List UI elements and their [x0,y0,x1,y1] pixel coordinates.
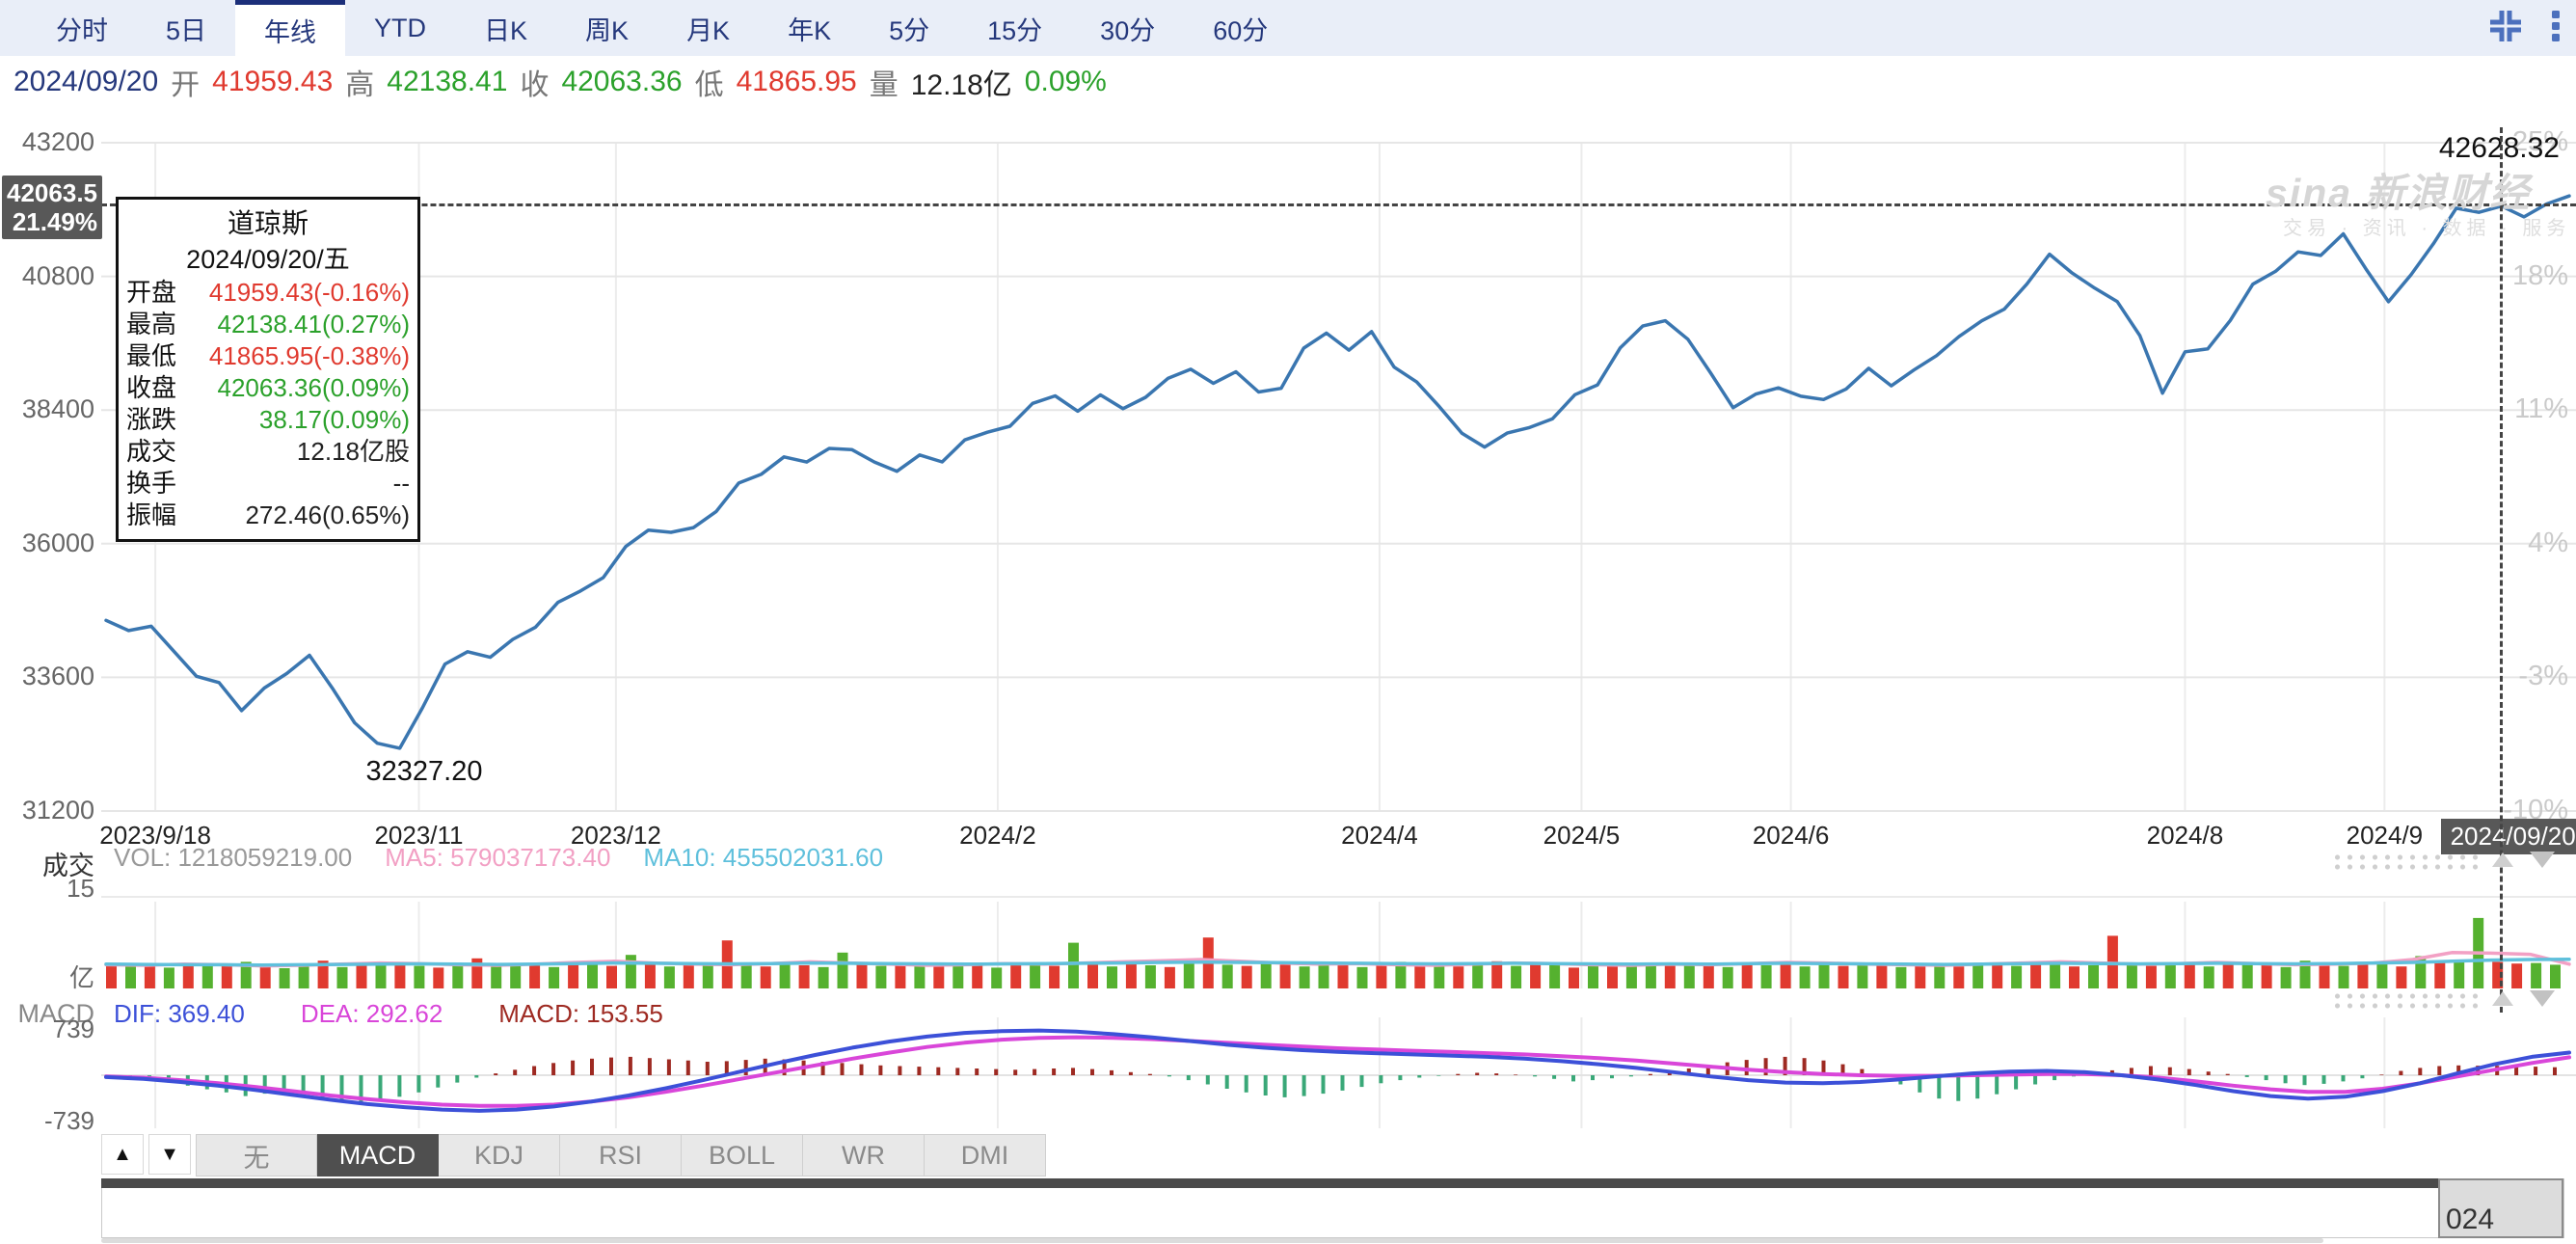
indicator-tab-DMI[interactable]: DMI [925,1134,1046,1176]
pane-expand-button[interactable]: ▲ [101,1134,144,1175]
indicator-tab-WR[interactable]: WR [803,1134,925,1176]
tooltip-row-value: 41865.95(-0.38%) [209,340,410,372]
y-axis-label: 36000 [2,528,94,558]
volume-axis-unit: 亿 [2,959,94,994]
tooltip-title: 道琼斯 [126,205,410,242]
x-axis-label: 2024/4 [1307,821,1452,851]
indicator-tab-MACD[interactable]: MACD [317,1134,439,1176]
scroll-up-icon[interactable] [2492,991,2513,1006]
tooltip-row-label: 成交 [126,436,176,468]
pane-resize-handle-dots[interactable] [2331,991,2482,1010]
navigator-selection-year: 024 [2446,1203,2494,1236]
marker-price: 42063.5 [2,178,97,207]
x-axis-label: 2024/2 [926,821,1070,851]
crosshair-vertical-line [2500,127,2503,1013]
stock-chart-app: 分时5日年线YTD日K周K月K年K5分15分30分60分 2024/09/20 … [0,0,2576,1244]
macd-axis-min: -739 [2,1106,94,1136]
sina-watermark: sina 新浪财经 [2266,160,2531,218]
y-axis-label: 43200 [2,127,94,157]
tooltip-row-开盘: 开盘 41959.43(-0.16%) [126,277,410,309]
x-axis-label: 2024/6 [1719,821,1864,851]
scroll-down-icon[interactable] [2530,852,2555,868]
macd-dea: DEA: 292.62 [301,999,443,1029]
tooltip-row-label: 开盘 [126,277,176,309]
x-axis-label: 2024/5 [1509,821,1653,851]
tooltip-row-换手: 换手 -- [126,468,410,500]
tooltip-row-value: 41959.43(-0.16%) [209,277,410,309]
macd-axis-max: 739 [2,1014,94,1044]
sina-watermark-tagline: 交易 · 资讯 · 数据 · 服务 [2283,212,2570,240]
quote-tooltip: 道琼斯 2024/09/20/五 开盘 41959.43(-0.16%) 最高 421… [116,197,420,542]
volume-axis-max: 15 [2,874,94,904]
pct-axis-label: -3% [2462,661,2568,692]
navigator-selection-window[interactable]: 024 [2438,1178,2563,1238]
tooltip-date: 2024/09/20/五 [126,242,410,277]
tooltip-row-成交: 成交 12.18亿股 [126,436,410,468]
macd-dif: DIF: 369.40 [114,999,245,1029]
tooltip-row-value: 12.18亿股 [297,436,410,468]
macd-header: DIF: 369.40 DEA: 292.62 MACD: 153.55 [114,999,663,1029]
y-axis-label: 31200 [2,796,94,825]
indicator-tabbar: 无MACDKDJRSIBOLLWRDMI [196,1134,1046,1176]
indicator-tab-KDJ[interactable]: KDJ [439,1134,560,1176]
x-axis-label: 2024/8 [2112,821,2257,851]
chart-overlay: 4320025%4080018%3840011%360004%33600-3%3… [0,0,2576,1244]
vol-ma5: MA5: 579037173.40 [385,843,610,873]
tooltip-row-label: 最高 [126,309,176,340]
y-axis-label: 38400 [2,394,94,424]
marker-pct: 21.49% [2,207,97,236]
navigator-top-bar [101,1178,2438,1188]
crosshair-price-line [101,203,2576,206]
pane-collapse-button[interactable]: ▼ [148,1134,191,1175]
vol-ma10: MA10: 455502031.60 [643,843,883,873]
tooltip-row-value: 42138.41(0.27%) [218,309,410,340]
tooltip-row-value: 272.46(0.65%) [245,500,410,531]
indicator-tab-BOLL[interactable]: BOLL [682,1134,803,1176]
scroll-up-icon[interactable] [2492,852,2513,867]
x-axis-crosshair-date: 2024/09/20 [2441,819,2576,854]
tooltip-row-label: 换手 [126,468,176,500]
tooltip-row-最高: 最高 42138.41(0.27%) [126,309,410,340]
tooltip-row-label: 涨跌 [126,404,176,436]
indicator-tab-RSI[interactable]: RSI [560,1134,682,1176]
horizontal-scrollbar[interactable] [101,1238,2323,1243]
tooltip-row-value: 38.17(0.09%) [259,404,410,436]
tooltip-row-value: 42063.36(0.09%) [218,372,410,404]
current-price-marker: 42063.5 21.49% [2,176,102,239]
tooltip-row-label: 振幅 [126,500,176,531]
tooltip-row-value: -- [393,468,410,500]
volume-header: VOL: 1218059219.00 MA5: 579037173.40 MA1… [114,843,883,873]
pane-resize-handle-dots[interactable] [2331,852,2482,871]
macd-value: MACD: 153.55 [498,999,663,1029]
y-axis-label: 40800 [2,261,94,291]
scroll-down-icon[interactable] [2530,990,2555,1007]
tooltip-row-收盘: 收盘 42063.36(0.09%) [126,372,410,404]
tooltip-row-label: 最低 [126,340,176,372]
indicator-tab-无[interactable]: 无 [196,1134,317,1176]
vol-value: VOL: 1218059219.00 [114,843,352,873]
pct-axis-label: 11% [2462,393,2568,425]
pct-axis-label: 4% [2462,527,2568,559]
tooltip-row-振幅: 振幅 272.46(0.65%) [126,500,410,531]
pct-axis-label: 18% [2462,260,2568,292]
period-low-label: 32327.20 [328,756,521,788]
tooltip-row-label: 收盘 [126,372,176,404]
y-axis-label: 33600 [2,662,94,691]
tooltip-row-涨跌: 涨跌 38.17(0.09%) [126,404,410,436]
tooltip-row-最低: 最低 41865.95(-0.38%) [126,340,410,372]
x-axis-label: 2024/9 [2312,821,2456,851]
